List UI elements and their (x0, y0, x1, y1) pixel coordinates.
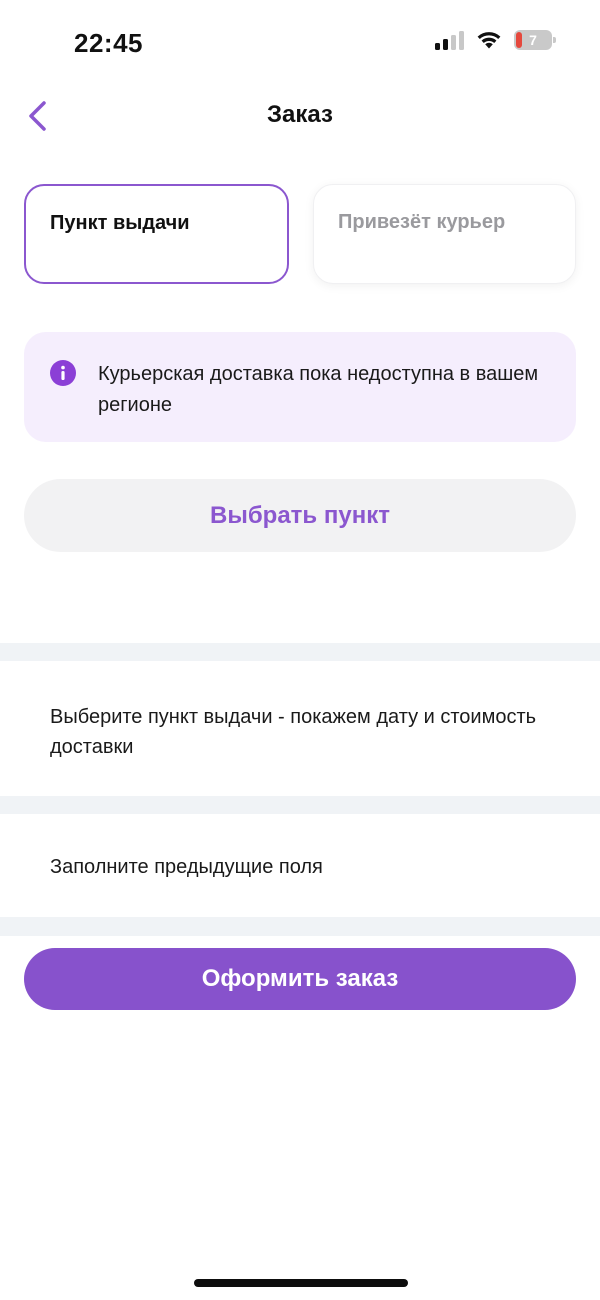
status-icons: 7 (435, 30, 556, 50)
home-indicator[interactable] (194, 1279, 408, 1287)
fill-previous-fields-hint: Заполните предыдущие поля (50, 856, 323, 878)
choose-pickup-point-button[interactable]: Выбрать пункт (24, 479, 576, 552)
battery-low-icon: 7 (514, 30, 556, 50)
cellular-signal-icon (435, 30, 464, 50)
tab-pickup-point[interactable]: Пункт выдачи (24, 184, 289, 284)
info-banner-text: Курьерская доставка пока недоступна в ва… (98, 363, 539, 416)
section-divider (0, 917, 600, 936)
info-icon (50, 360, 76, 386)
info-banner: Курьерская доставка пока недоступна в ва… (24, 332, 576, 442)
tab-courier[interactable]: Привезёт курьер (313, 184, 576, 284)
section-divider (0, 796, 600, 814)
nav-bar: Заказ (0, 90, 600, 144)
wifi-icon (477, 32, 501, 49)
place-order-button[interactable]: Оформить заказ (24, 948, 576, 1010)
delivery-method-tabs: Пункт выдачи Привезёт курьер (24, 184, 576, 284)
battery-level: 7 (529, 32, 537, 48)
status-time: 22:45 (74, 28, 143, 58)
status-bar: 22:45 7 (0, 0, 600, 90)
delivery-date-hint: Выберите пункт выдачи - покажем дату и с… (50, 706, 537, 758)
page-title: Заказ (267, 101, 333, 128)
section-divider (0, 643, 600, 661)
